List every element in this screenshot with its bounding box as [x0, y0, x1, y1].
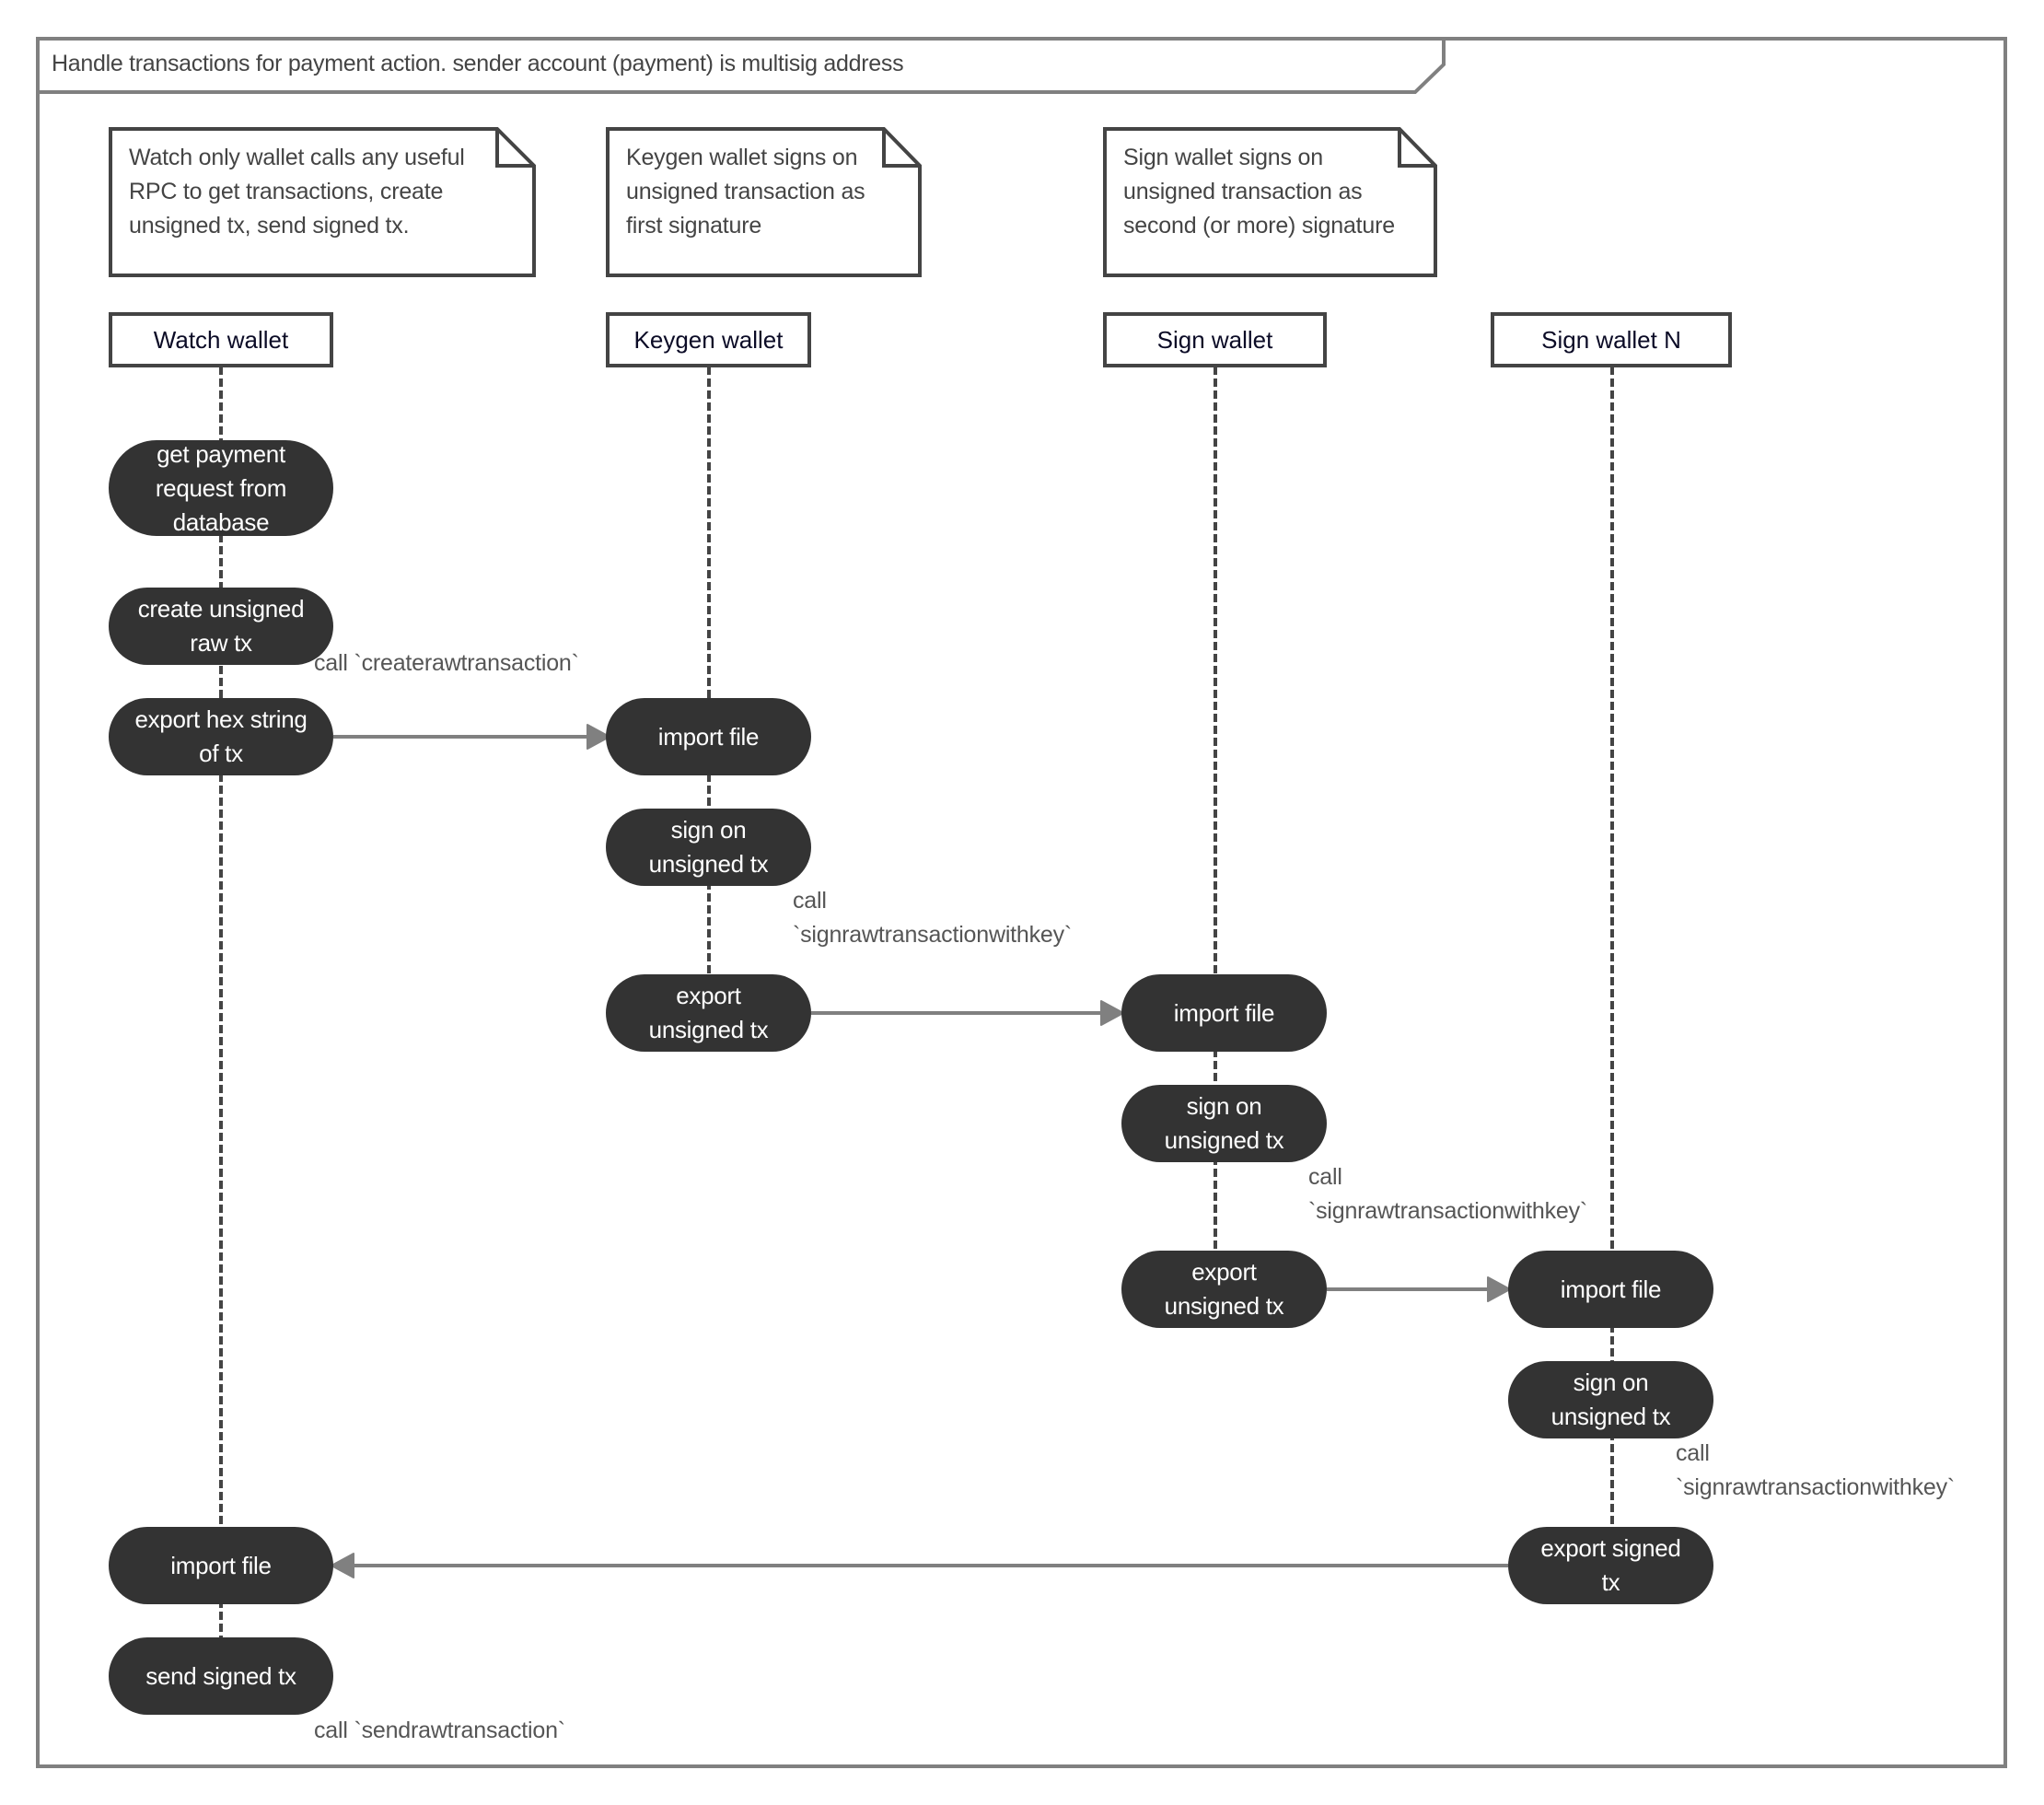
frame-title: Handle transactions for payment action. … [52, 51, 904, 76]
call-label-createrawtransaction: call `createrawtransaction` [314, 650, 579, 676]
lifeline-header-keygen[interactable]: Keygen wallet [606, 312, 811, 367]
call-label-signN-signrawtransactionwithkey: call `signrawtransactionwithkey` [1676, 1440, 1956, 1500]
message-arrow-signN-to-watch [331, 1553, 1508, 1578]
activity-keygen-export[interactable]: export unsigned tx [606, 974, 811, 1052]
activity-signN-sign[interactable]: sign on unsigned tx [1508, 1361, 1713, 1438]
note-keygen-text: Keygen wallet signs on unsigned transact… [626, 145, 865, 239]
activity-keygen-sign[interactable]: sign on unsigned tx [606, 809, 811, 886]
activity-watch-import-file[interactable]: import file [109, 1527, 333, 1604]
activity-signN-import-file[interactable]: import file [1508, 1251, 1713, 1328]
call-label-sendrawtransaction: call `sendrawtransaction` [314, 1718, 565, 1743]
message-arrow-watch-to-keygen [333, 724, 610, 750]
note-watch-text: Watch only wallet calls any useful RPC t… [129, 145, 465, 239]
lifeline-header-sign[interactable]: Sign wallet [1103, 312, 1327, 367]
activity-export-hex-string[interactable]: export hex string of tx [109, 698, 333, 775]
activity-send-signed-tx[interactable]: send signed tx [109, 1637, 333, 1715]
sequence-diagram: Handle transactions for payment action. … [0, 0, 2044, 1805]
call-label-keygen-signrawtransactionwithkey: call `signrawtransactionwithkey` [793, 888, 1073, 948]
activity-create-unsigned-raw-tx[interactable]: create unsigned raw tx [109, 588, 333, 665]
lifeline-header-watch[interactable]: Watch wallet [109, 312, 333, 367]
activity-keygen-import-file[interactable]: import file [606, 698, 811, 775]
activity-signN-export-signed[interactable]: export signed tx [1508, 1527, 1713, 1604]
activity-sign-sign[interactable]: sign on unsigned tx [1121, 1085, 1327, 1162]
lifeline-header-signN[interactable]: Sign wallet N [1491, 312, 1732, 367]
message-arrow-sign-to-signN [1327, 1276, 1511, 1302]
activity-sign-export[interactable]: export unsigned tx [1121, 1251, 1327, 1328]
activity-sign-import-file[interactable]: import file [1121, 974, 1327, 1052]
note-sign-text: Sign wallet signs on unsigned transactio… [1123, 145, 1395, 239]
activity-get-payment-request[interactable]: get payment request from database [109, 440, 333, 536]
message-arrow-keygen-to-sign [811, 1000, 1124, 1026]
call-label-sign-signrawtransactionwithkey: call `signrawtransactionwithkey` [1308, 1164, 1588, 1224]
